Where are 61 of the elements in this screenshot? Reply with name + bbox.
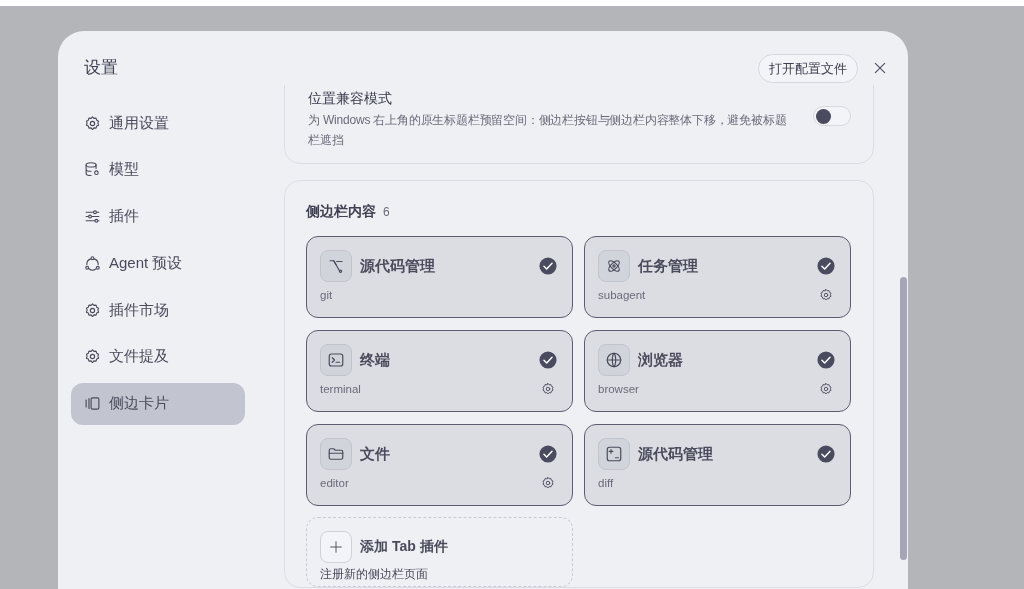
sidebar-card[interactable]: 源代码管理 diff bbox=[584, 424, 851, 506]
sidebar-card[interactable]: 终端 terminal bbox=[306, 330, 573, 412]
setting-description: 为 Windows 右上角的原生标题栏预留空间：侧边栏按钮与侧边栏内容整体下移，避免被标题栏遮挡 bbox=[308, 112, 788, 149]
close-icon[interactable] bbox=[872, 60, 888, 76]
setting-title: 位置兼容模式 bbox=[308, 89, 393, 108]
add-card-description: 注册新的侧边栏页面 bbox=[320, 566, 429, 583]
check-icon[interactable] bbox=[539, 445, 557, 463]
terminal-icon bbox=[327, 351, 345, 369]
card-title: 源代码管理 bbox=[638, 444, 714, 464]
gear-icon bbox=[84, 114, 101, 132]
nav-item[interactable]: 插件 bbox=[71, 195, 245, 238]
open-config-button[interactable]: 打开配置文件 bbox=[758, 54, 858, 83]
sidebar-card[interactable]: 源代码管理 git bbox=[306, 236, 573, 318]
check-icon[interactable] bbox=[817, 351, 835, 369]
check-icon[interactable] bbox=[539, 351, 557, 369]
section-title: 侧边栏内容 bbox=[306, 203, 376, 221]
database-icon bbox=[84, 161, 101, 179]
nav-item[interactable]: 通用设置 bbox=[71, 102, 245, 144]
check-icon[interactable] bbox=[817, 445, 835, 463]
card-id: browser bbox=[598, 383, 639, 395]
sidebar-card[interactable]: 文件 editor bbox=[306, 424, 573, 506]
card-title: 源代码管理 bbox=[360, 256, 436, 276]
card-id: terminal bbox=[320, 383, 361, 395]
card-title: 终端 bbox=[360, 350, 391, 370]
atom-icon bbox=[605, 257, 623, 275]
settings-icon[interactable] bbox=[819, 288, 833, 302]
scrollbar-thumb[interactable] bbox=[900, 277, 907, 560]
card-id: git bbox=[320, 289, 333, 301]
globe-icon bbox=[605, 351, 623, 369]
branch-icon bbox=[327, 257, 345, 275]
check-icon[interactable] bbox=[539, 257, 557, 275]
gear-icon bbox=[84, 348, 101, 366]
item-count: 6 bbox=[383, 205, 390, 219]
square-icon bbox=[605, 445, 623, 463]
nav-item[interactable]: 模型 bbox=[71, 148, 245, 191]
check-icon[interactable] bbox=[817, 257, 835, 275]
card-id: diff bbox=[598, 477, 614, 489]
sidebar-card[interactable]: 浏览器 browser bbox=[584, 330, 851, 412]
nav-item[interactable]: 侧边卡片 bbox=[71, 382, 245, 425]
settings-icon[interactable] bbox=[541, 382, 555, 396]
add-card-title: 添加 Tab 插件 bbox=[360, 538, 448, 556]
cards-icon bbox=[84, 395, 101, 413]
nodes-icon bbox=[84, 254, 101, 272]
add-tab-card[interactable]: 添加 Tab 插件 注册新的侧边栏页面 bbox=[306, 517, 573, 587]
settings-icon[interactable] bbox=[541, 476, 555, 490]
plus-icon bbox=[328, 539, 344, 555]
gear-icon bbox=[84, 301, 101, 319]
settings-icon[interactable] bbox=[819, 382, 833, 396]
toggle-switch[interactable] bbox=[813, 106, 851, 126]
sidebar-card[interactable]: 任务管理 subagent bbox=[584, 236, 851, 318]
folder-icon bbox=[327, 445, 345, 463]
card-title: 浏览器 bbox=[638, 350, 684, 370]
card-title: 文件 bbox=[360, 444, 391, 464]
card-id: editor bbox=[320, 477, 349, 489]
nav-item[interactable]: Agent 预设 bbox=[71, 242, 245, 285]
dialog-title: 设置 bbox=[84, 57, 119, 79]
nav-item[interactable]: 插件市场 bbox=[71, 289, 245, 332]
sliders-icon bbox=[84, 208, 101, 226]
nav-item[interactable]: 文件提及 bbox=[71, 336, 245, 378]
card-id: subagent bbox=[598, 289, 646, 301]
card-title: 任务管理 bbox=[638, 256, 699, 276]
